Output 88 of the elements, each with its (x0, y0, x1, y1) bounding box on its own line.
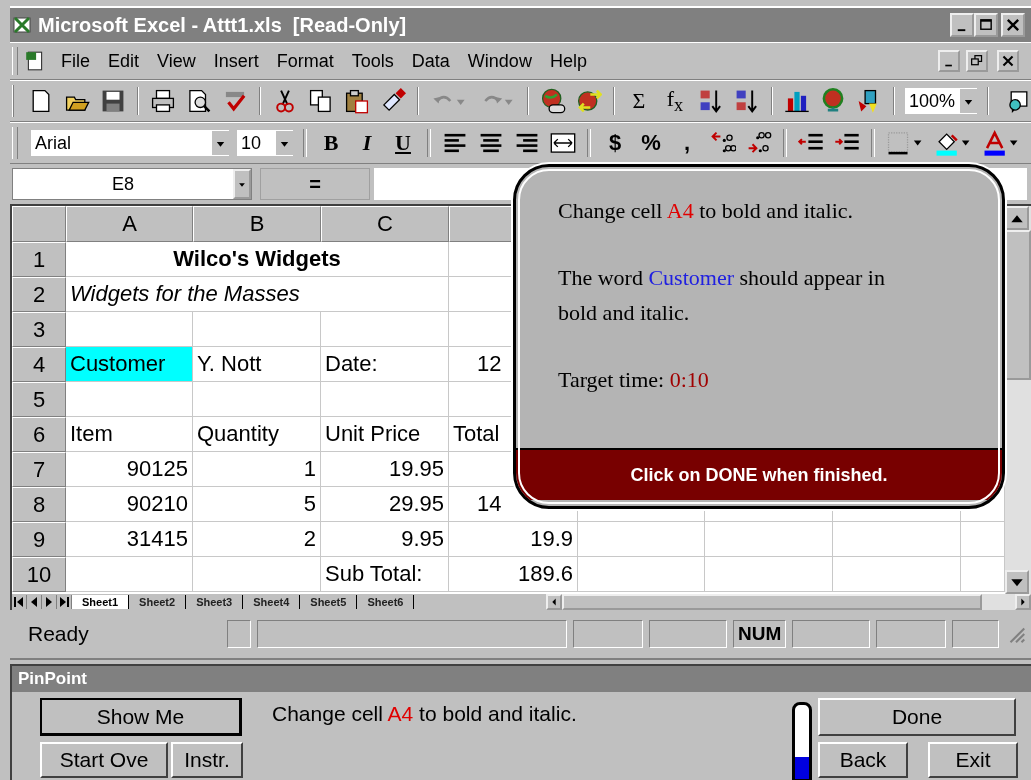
table-cell: 189.6 (449, 557, 578, 592)
scroll-left-icon[interactable] (546, 594, 563, 610)
table-cell: 19.9 (449, 522, 578, 557)
menu-item[interactable]: Help (540, 46, 596, 76)
table-cell: Item (66, 417, 193, 452)
table-cell: Sub Total: (321, 557, 449, 592)
menu-item[interactable]: Window (458, 46, 541, 76)
table-cell: 29.95 (321, 487, 449, 522)
row-header[interactable]: 8 (12, 487, 66, 522)
status-panel (876, 620, 947, 648)
table-cell: 1 (193, 452, 321, 487)
scroll-up-icon[interactable] (1005, 206, 1029, 230)
row-header[interactable]: 3 (12, 312, 66, 347)
scroll-thumb[interactable] (1005, 230, 1031, 380)
instructions-button[interactable]: Instr. (171, 742, 243, 778)
close-icon[interactable] (1001, 13, 1025, 37)
scroll-down-icon[interactable] (1005, 570, 1029, 594)
menu-item[interactable]: Insert (204, 46, 268, 76)
table-cell: Unit Price (321, 417, 449, 452)
menu-item[interactable]: Format (267, 46, 343, 76)
start-over-button[interactable]: Start Ove (40, 742, 168, 778)
panel-title: PinPoint (12, 666, 1031, 692)
status-panel (227, 620, 252, 648)
font-dropdown[interactable]: Arial (30, 129, 230, 157)
status-panel (952, 620, 999, 648)
show-me-button[interactable]: Show Me (40, 698, 242, 736)
table-cell: 31415 (66, 522, 193, 557)
maximize-icon[interactable] (974, 13, 998, 37)
minimize-icon[interactable] (950, 13, 974, 37)
row-header[interactable]: 5 (12, 382, 66, 417)
status-panel (573, 620, 644, 648)
table-cell: Y. Nott (193, 347, 321, 382)
column-header[interactable]: C (321, 206, 449, 242)
instruction-text: Change cell A4 to bold and italic. (558, 197, 855, 225)
equals-button[interactable]: = (260, 168, 370, 200)
close-icon[interactable] (997, 50, 1019, 72)
menu-item[interactable]: Edit (99, 46, 149, 76)
row-header[interactable]: 6 (12, 417, 66, 452)
table-cell: 2 (193, 522, 321, 557)
font-size-dropdown[interactable]: 10 (236, 129, 294, 157)
exit-button[interactable]: Exit (928, 742, 1018, 778)
toolbar-button[interactable]: , (672, 130, 702, 156)
tab-scroll-icon[interactable] (12, 595, 27, 609)
name-box[interactable]: E8 (12, 168, 252, 200)
toolbar-button[interactable]: $ (600, 130, 630, 156)
table-cell: 90125 (66, 452, 193, 487)
column-header[interactable]: B (193, 206, 321, 242)
zoom-dropdown[interactable]: 100% (904, 87, 979, 115)
menu-item[interactable]: Data (402, 46, 459, 76)
menu-item[interactable]: View (148, 46, 205, 76)
spreadsheet-app-icon (12, 15, 32, 35)
restore-icon[interactable] (966, 50, 988, 72)
table-cell: 90210 (66, 487, 193, 522)
select-all-corner[interactable] (12, 206, 66, 242)
sheet-tab[interactable]: Sheet1 (72, 595, 130, 609)
table-cell: 9.95 (321, 522, 449, 557)
instruction-footer: Click on DONE when finished. (516, 448, 1002, 500)
menu-item[interactable]: File (52, 46, 99, 76)
table-cell: Customer (66, 347, 193, 382)
table-cell: Quantity (193, 417, 321, 452)
column-header[interactable]: A (66, 206, 193, 242)
row-header[interactable]: 1 (12, 242, 66, 277)
instruction-text: Change cell A4 to bold and italic. (272, 701, 578, 726)
row-header[interactable]: 7 (12, 452, 66, 487)
table-cell: Date: (321, 347, 449, 382)
table-cell: 19.95 (321, 452, 449, 487)
status-indicator: NUM (732, 620, 787, 648)
italic-button[interactable]: I (352, 130, 382, 156)
menu-item[interactable]: Tools (342, 46, 403, 76)
table-cell: 5 (193, 487, 321, 522)
row-header[interactable]: 10 (12, 557, 66, 592)
scroll-right-icon[interactable] (1015, 594, 1031, 610)
underline-button[interactable]: U (388, 130, 418, 156)
done-button[interactable]: Done (818, 698, 1016, 736)
table-cell: Wilco's Widgets (66, 242, 449, 277)
window-title: Microsoft Excel - Attt1.xls [Read-Only] (38, 13, 407, 37)
row-header[interactable]: 4 (12, 347, 66, 382)
row-header[interactable]: 2 (12, 277, 66, 312)
toolbar-button[interactable]: Σ (624, 88, 654, 114)
toolbar-button[interactable]: f$_{x}$ (660, 85, 690, 117)
table-cell: Widgets for the Masses (66, 277, 449, 312)
back-button[interactable]: Back (818, 742, 908, 778)
row-header[interactable]: 9 (12, 522, 66, 557)
bold-button[interactable]: B (316, 130, 346, 156)
status-text: Ready (27, 622, 90, 646)
instruction-text: The word Customer should appear in bold and italic. (558, 264, 886, 327)
toolbar-button[interactable]: % (636, 130, 666, 156)
vertical-scrollbar[interactable] (1005, 206, 1031, 594)
